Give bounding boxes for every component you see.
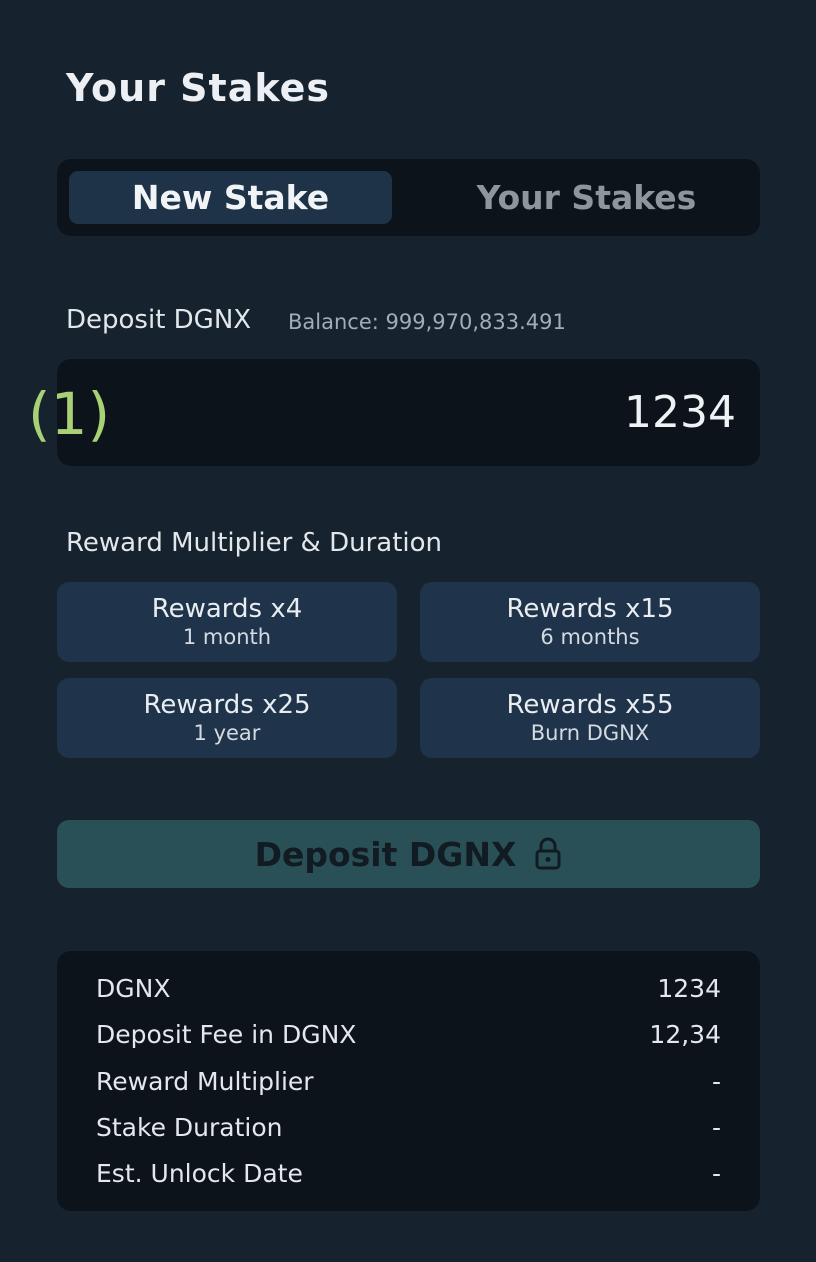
option-subtitle: 6 months — [540, 625, 640, 649]
summary-label: Stake Duration — [96, 1112, 283, 1142]
multiplier-label: Reward Multiplier & Duration — [66, 528, 443, 558]
tab-your-stakes[interactable]: Your Stakes — [425, 171, 748, 224]
summary-row-deposit-fee: Deposit Fee in DGNX 12,34 — [96, 1016, 721, 1052]
summary-row-stake-duration: Stake Duration - — [96, 1109, 721, 1145]
option-subtitle: 1 year — [193, 721, 261, 745]
lock-icon — [534, 837, 562, 871]
option-rewards-x55[interactable]: Rewards x55 Burn DGNX — [420, 678, 760, 758]
summary-value: - — [711, 1158, 721, 1188]
summary-label: Reward Multiplier — [96, 1066, 314, 1096]
stake-summary: DGNX 1234 Deposit Fee in DGNX 12,34 Rewa… — [57, 951, 760, 1211]
summary-value: - — [711, 1112, 721, 1142]
deposit-amount-input[interactable] — [236, 387, 736, 438]
deposit-button-label: Deposit DGNX — [254, 834, 517, 874]
summary-label: DGNX — [96, 973, 171, 1003]
summary-value: - — [711, 1066, 721, 1096]
step-annotation: (1) — [28, 380, 111, 448]
deposit-button[interactable]: Deposit DGNX — [57, 820, 760, 888]
option-title: Rewards x55 — [506, 690, 674, 720]
option-subtitle: Burn DGNX — [530, 721, 650, 745]
deposit-label: Deposit DGNX — [66, 305, 252, 335]
option-title: Rewards x4 — [151, 594, 303, 624]
tab-new-stake[interactable]: New Stake — [69, 171, 392, 224]
stake-tabs: New Stake Your Stakes — [57, 159, 760, 236]
option-subtitle: 1 month — [182, 625, 272, 649]
summary-label: Est. Unlock Date — [96, 1158, 303, 1188]
summary-value: 12,34 — [649, 1019, 721, 1049]
option-rewards-x15[interactable]: Rewards x15 6 months — [420, 582, 760, 662]
summary-label: Deposit Fee in DGNX — [96, 1019, 357, 1049]
summary-value: 1234 — [657, 973, 721, 1003]
summary-row-reward-multiplier: Reward Multiplier - — [96, 1063, 721, 1099]
balance-text: Balance: 999,970,833.491 — [288, 310, 566, 334]
deposit-amount-field — [57, 359, 760, 466]
option-title: Rewards x15 — [506, 594, 674, 624]
option-title: Rewards x25 — [143, 690, 311, 720]
option-rewards-x4[interactable]: Rewards x4 1 month — [57, 582, 397, 662]
page-title: Your Stakes — [66, 66, 330, 110]
option-rewards-x25[interactable]: Rewards x25 1 year — [57, 678, 397, 758]
summary-row-unlock-date: Est. Unlock Date - — [96, 1155, 721, 1191]
summary-row-dgnx: DGNX 1234 — [96, 970, 721, 1006]
